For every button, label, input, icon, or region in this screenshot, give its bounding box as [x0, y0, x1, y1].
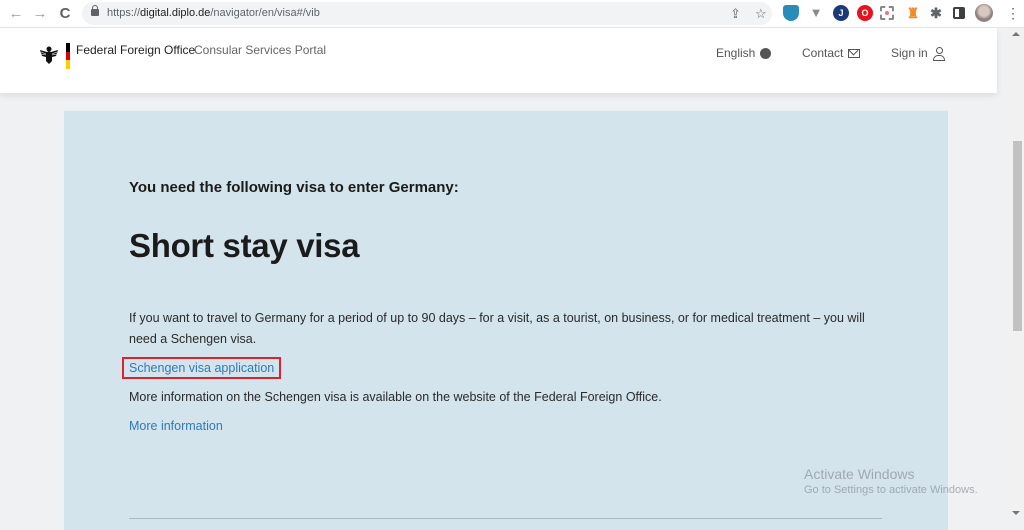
- watermark-subtitle: Go to Settings to activate Windows.: [804, 484, 978, 496]
- bookmark-star-icon[interactable]: ☆: [755, 6, 767, 21]
- url-text[interactable]: https://digital.diplo.de/navigator/en/vi…: [107, 7, 320, 19]
- url-path: /navigator/en/visa#/vib: [210, 7, 320, 19]
- portal-name[interactable]: Consular Services Portal: [194, 43, 326, 57]
- scroll-down-arrow-icon[interactable]: [1012, 511, 1020, 515]
- contact-link[interactable]: Contact: [802, 46, 861, 60]
- blue-extension-icon[interactable]: J: [833, 5, 849, 21]
- language-selector[interactable]: English: [716, 46, 772, 60]
- extensions-puzzle-icon[interactable]: ✱: [928, 5, 944, 21]
- globe-icon: [760, 47, 772, 59]
- lock-icon: [91, 5, 99, 16]
- shield-extension-icon[interactable]: [783, 5, 799, 21]
- forward-arrow-icon[interactable]: →: [30, 4, 50, 24]
- user-icon: [932, 46, 945, 61]
- scrollbar-thumb[interactable]: [1013, 141, 1022, 331]
- back-arrow-icon[interactable]: ←: [6, 4, 26, 24]
- federal-eagle-icon: [40, 46, 58, 64]
- browser-toolbar: ← → C https://digital.diplo.de/navigator…: [0, 0, 1024, 28]
- visa-description: If you want to travel to Germany for a p…: [129, 311, 865, 346]
- browser-menu-icon[interactable]: ⋮: [1006, 4, 1020, 22]
- orange-extension-icon[interactable]: ♜: [905, 5, 921, 21]
- url-scheme: https://: [107, 7, 141, 19]
- site-header: Federal Foreign Office Consular Services…: [0, 28, 997, 93]
- visa-type-title: Short stay visa: [129, 227, 360, 264]
- language-label: English: [716, 46, 756, 60]
- more-information-link[interactable]: More information: [129, 419, 223, 433]
- side-panel-icon[interactable]: [953, 7, 965, 19]
- sign-in-label: Sign in: [891, 46, 928, 60]
- v-extension-icon[interactable]: ▼: [808, 5, 824, 21]
- mail-icon: [848, 48, 861, 58]
- result-intro: You need the following visa to enter Ger…: [129, 179, 459, 196]
- scroll-up-arrow-icon[interactable]: [1012, 32, 1020, 36]
- brand-name[interactable]: Federal Foreign Office: [76, 43, 195, 57]
- windows-activation-watermark: Activate Windows Go to Settings to activ…: [804, 466, 978, 496]
- section-divider: [129, 518, 882, 519]
- url-host: digital.diplo.de: [140, 7, 211, 19]
- profile-avatar[interactable]: [975, 4, 993, 22]
- address-bar[interactable]: https://digital.diplo.de/navigator/en/vi…: [82, 2, 772, 25]
- page-scrollbar[interactable]: [1008, 28, 1024, 521]
- schengen-visa-application-link[interactable]: Schengen visa application: [122, 357, 282, 379]
- sign-in-link[interactable]: Sign in: [891, 46, 945, 61]
- contact-label: Contact: [802, 46, 844, 60]
- reload-icon[interactable]: C: [55, 4, 75, 24]
- scan-extension-icon[interactable]: [880, 6, 894, 20]
- share-icon[interactable]: ⇪: [730, 6, 741, 21]
- opera-extension-icon[interactable]: O: [857, 5, 873, 21]
- german-flag-bar: [66, 43, 70, 69]
- more-info-text: More information on the Schengen visa is…: [129, 390, 662, 404]
- watermark-title: Activate Windows: [804, 466, 915, 482]
